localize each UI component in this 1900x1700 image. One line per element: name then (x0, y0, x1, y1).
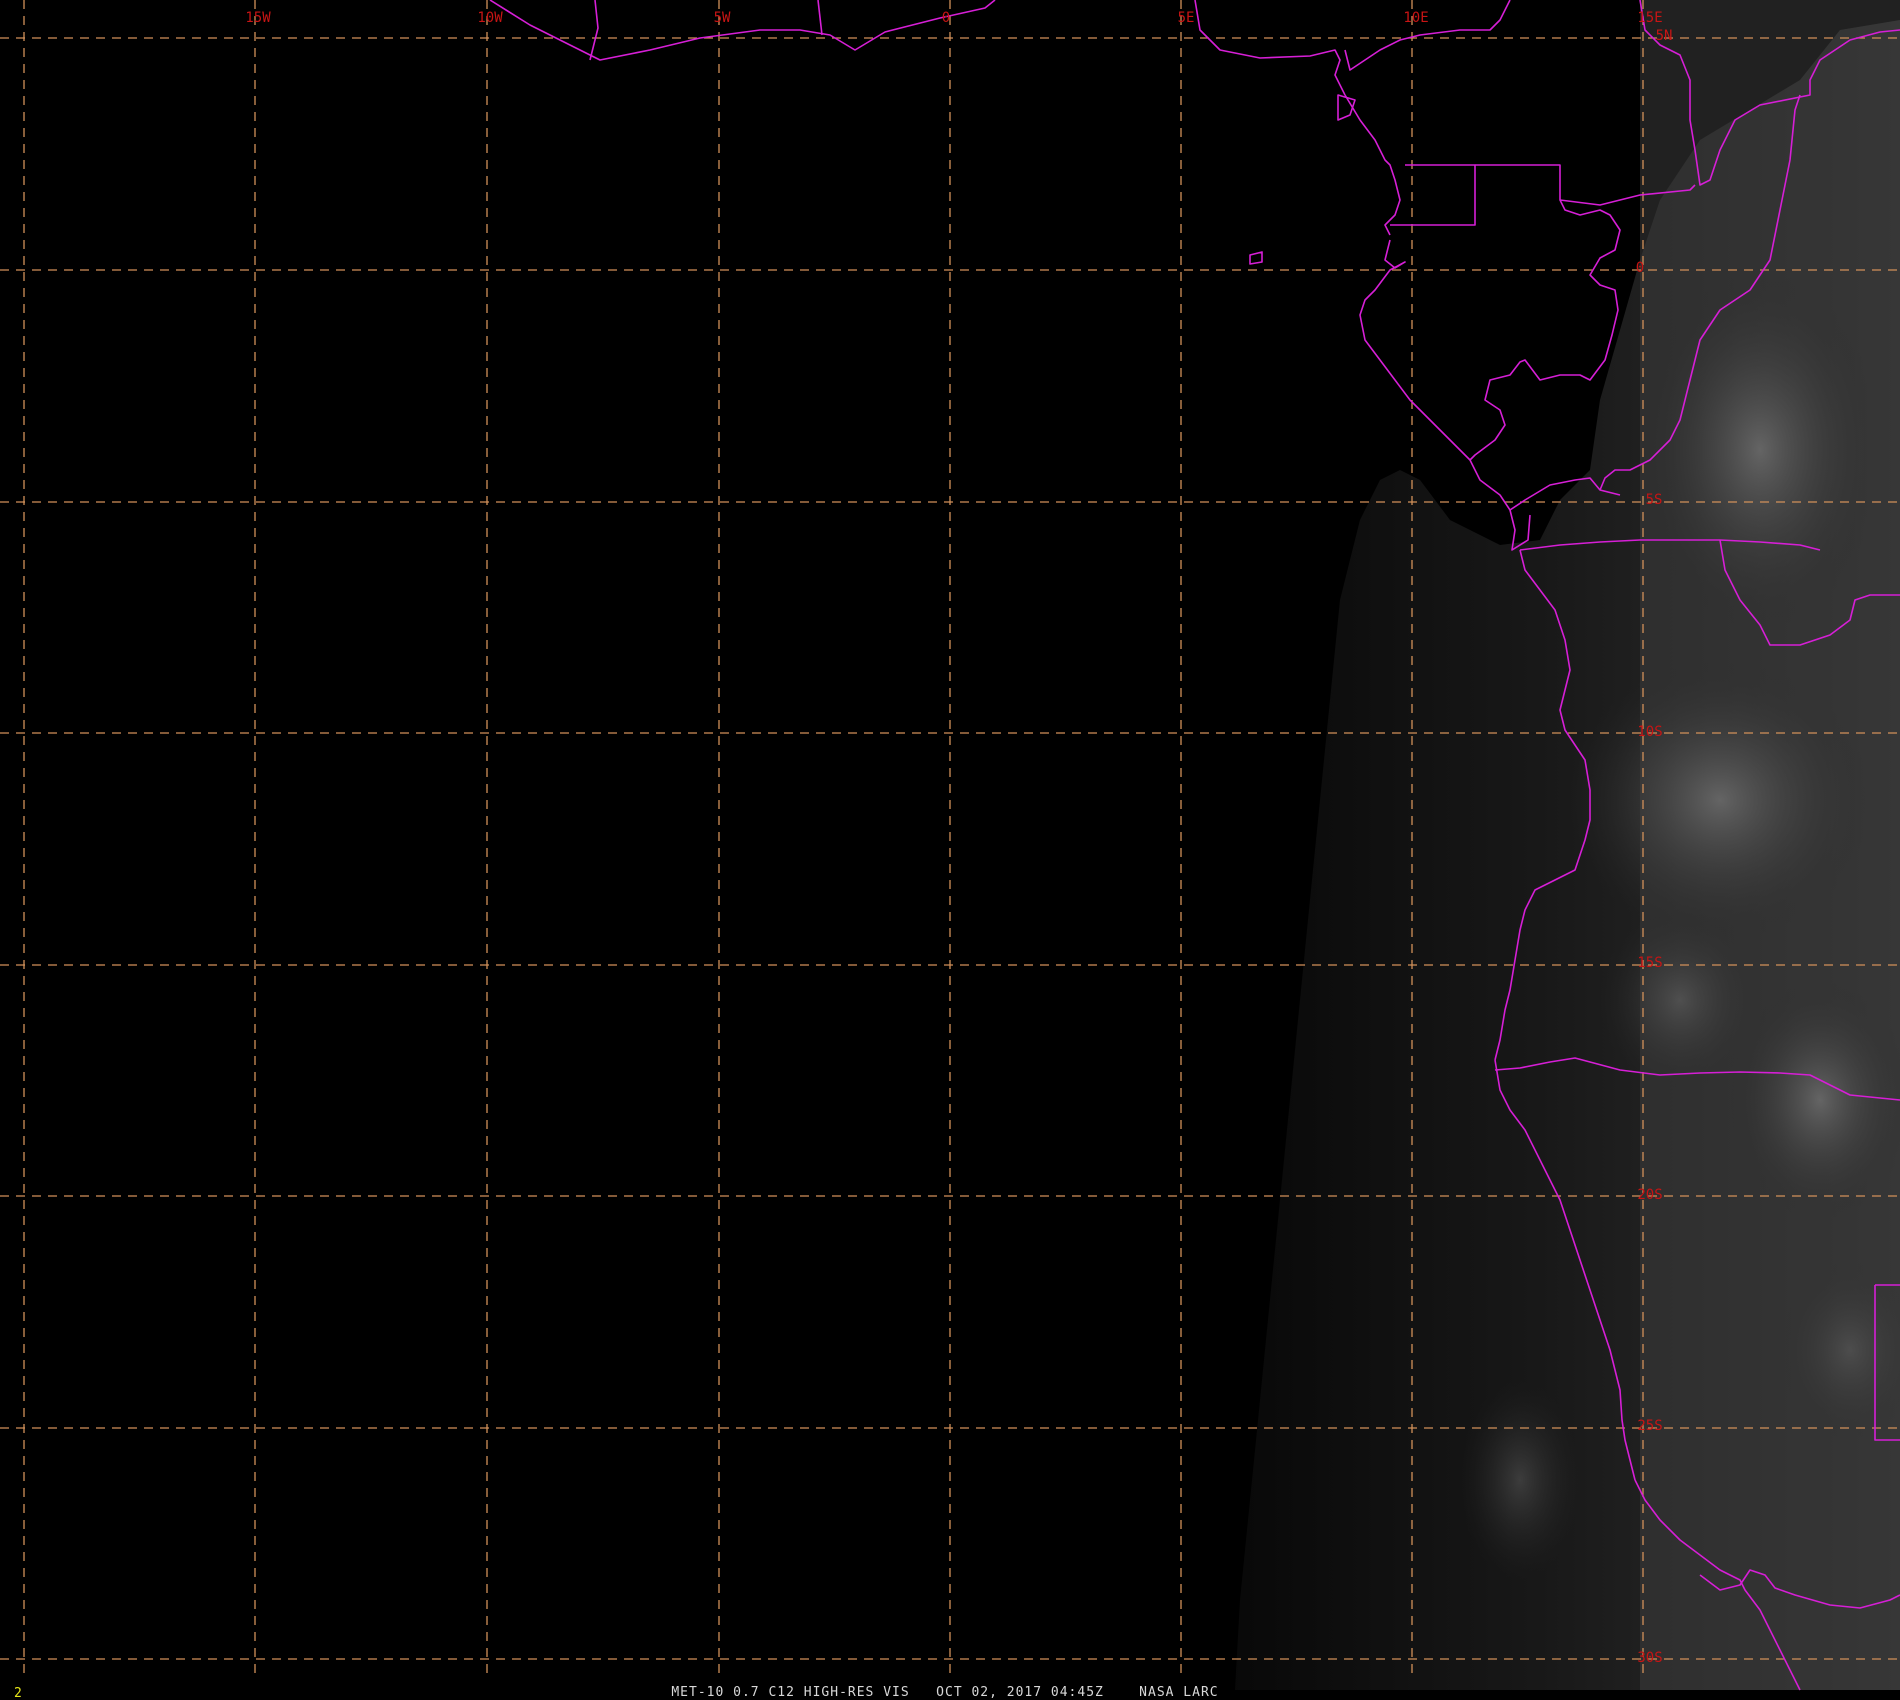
satellite-map: 15W 10W 5W 0 5E 10E 15E 5N 0 5S 10S 15S … (0, 0, 1900, 1700)
lon-label-10w: 10W (477, 10, 503, 26)
lat-label-5n: 5N (1656, 28, 1673, 44)
lat-label-25s: 25S (1637, 1418, 1662, 1434)
lat-label-20s: 20S (1637, 1187, 1662, 1203)
lat-label-30s: 30S (1637, 1650, 1662, 1666)
lat-label-5s: 5S (1646, 492, 1663, 508)
lon-label-15e: 15E (1637, 10, 1662, 26)
lon-label-5w: 5W (714, 10, 731, 26)
lat-label-15s: 15S (1637, 955, 1662, 971)
lon-label-5e: 5E (1178, 10, 1195, 26)
lon-label-10e: 10E (1403, 10, 1428, 26)
lon-label-0: 0 (942, 10, 950, 26)
lon-label-15w: 15W (245, 10, 271, 26)
frame-number: 2 (14, 1686, 22, 1700)
image-caption: MET-10 0.7 C12 HIGH-RES VIS OCT 02, 2017… (671, 1685, 1218, 1700)
lat-label-0: 0 (1636, 260, 1644, 276)
lat-label-10s: 10S (1637, 724, 1662, 740)
